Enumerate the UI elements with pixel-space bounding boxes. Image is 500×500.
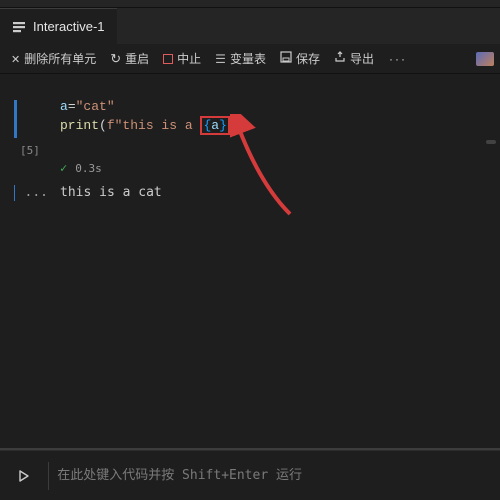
tab-bar: Interactive-1	[0, 8, 500, 44]
check-icon: ✓	[60, 161, 67, 175]
variables-button[interactable]: 变量表	[210, 48, 271, 69]
save-icon	[280, 51, 292, 66]
code-token-string: "cat"	[76, 99, 115, 114]
output-text: this is a cat	[60, 185, 162, 201]
interrupt-button[interactable]: 中止	[158, 48, 206, 69]
notebook-area: [5] a="cat" print(f"this is a {a}") ✓ 0.…	[0, 74, 500, 440]
vertical-separator	[48, 462, 49, 490]
cell-gutter: [5]	[14, 98, 48, 157]
code-token-paren-close: )	[238, 118, 246, 133]
restart-label: 重启	[125, 50, 149, 67]
cell-status: ✓ 0.3s	[0, 157, 500, 183]
output-row: ... this is a cat	[0, 183, 500, 201]
code-token-fstring-suffix: "	[230, 118, 238, 133]
stop-icon	[163, 54, 173, 64]
interrupt-label: 中止	[177, 50, 201, 67]
code-token-paren: (	[99, 118, 107, 133]
reload-icon	[110, 51, 121, 67]
clear-all-button[interactable]: 删除所有单元	[6, 48, 101, 69]
variables-label: 变量表	[230, 50, 266, 67]
code-token-fstring-prefix: f"this is a	[107, 118, 201, 133]
save-label: 保存	[296, 50, 320, 67]
code-token-fvar: a	[211, 118, 219, 133]
output-active-bar	[14, 185, 15, 201]
code-token-var: a	[60, 99, 68, 114]
restart-button[interactable]: 重启	[105, 48, 154, 69]
interactive-toolbar: 删除所有单元 重启 中止 变量表 保存 导出 ···	[0, 44, 500, 74]
code-cell[interactable]: [5] a="cat" print(f"this is a {a}")	[0, 74, 500, 157]
export-label: 导出	[350, 50, 374, 67]
cell-code[interactable]: a="cat" print(f"this is a {a}")	[60, 98, 246, 157]
variables-icon	[215, 52, 226, 66]
input-panel	[0, 448, 500, 500]
code-token-op: =	[68, 99, 76, 114]
code-token-func: print	[60, 118, 99, 133]
interactive-icon	[12, 20, 26, 34]
export-button[interactable]: 导出	[329, 48, 379, 69]
export-icon	[334, 51, 346, 66]
highlight-box: {a}	[200, 116, 229, 135]
duration-label: 0.3s	[75, 162, 102, 175]
code-token-rbrace: }	[219, 118, 227, 133]
kernel-indicator[interactable]	[476, 52, 494, 66]
clear-all-label: 删除所有单元	[24, 50, 96, 67]
tab-interactive[interactable]: Interactive-1	[0, 8, 117, 44]
more-button[interactable]: ···	[383, 52, 413, 66]
code-input[interactable]	[57, 468, 492, 483]
execution-count: [5]	[20, 144, 40, 157]
run-button[interactable]	[8, 469, 40, 483]
cell-active-bar	[14, 100, 17, 138]
output-prefix: ...	[25, 185, 48, 200]
close-icon	[11, 52, 20, 66]
tab-title: Interactive-1	[33, 19, 105, 34]
save-button[interactable]: 保存	[275, 48, 325, 69]
